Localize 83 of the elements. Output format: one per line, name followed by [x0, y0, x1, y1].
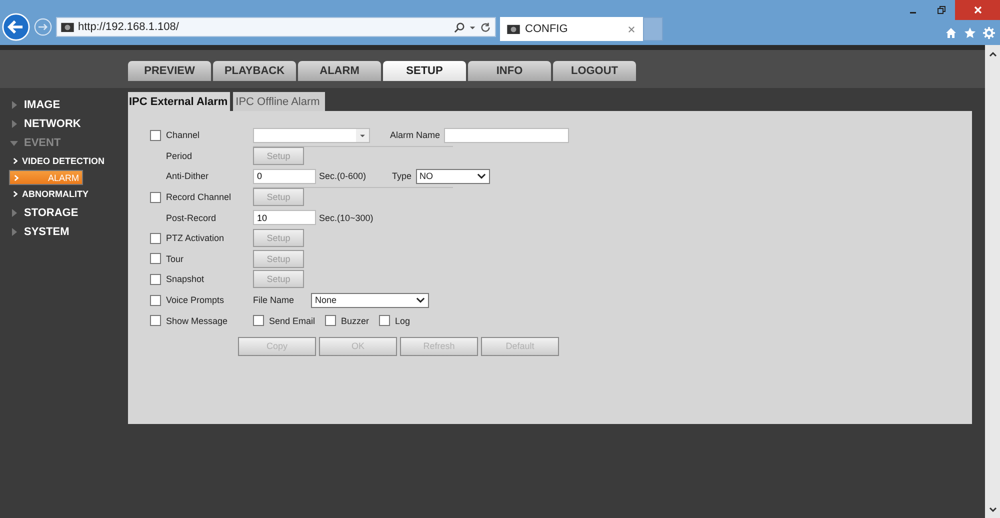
refresh-icon[interactable]: [480, 22, 491, 32]
field-label: Record Channel: [166, 192, 232, 202]
field-label: Voice Prompts: [166, 295, 224, 306]
star-icon[interactable]: [964, 27, 976, 39]
sidebar-label: SYSTEM: [24, 226, 70, 238]
sidebar-label: ALARM: [48, 172, 79, 182]
field-label: Tour: [166, 254, 184, 264]
checkbox[interactable]: [150, 253, 161, 264]
restore-icon[interactable]: [936, 5, 946, 15]
sidebar-item[interactable]: NETWORK: [0, 114, 128, 133]
sidebar-label: STORAGE: [24, 206, 78, 218]
sidebar-item[interactable]: IMAGE: [0, 95, 128, 114]
camera-icon: [61, 22, 74, 32]
expanded-triangle-icon: [10, 138, 18, 146]
close-window-button[interactable]: [955, 0, 1000, 20]
input-field[interactable]: 0: [253, 168, 316, 184]
sidebar-label: NETWORK: [24, 118, 81, 130]
field-label: Post-Record: [166, 212, 216, 223]
nav-tab[interactable]: SETUP: [383, 61, 466, 81]
sub-tab[interactable]: IPC External Alarm: [128, 92, 230, 111]
nav-tab[interactable]: PLAYBACK: [213, 61, 296, 81]
tab-title: CONFIG: [525, 23, 568, 35]
sub-tab[interactable]: IPC Offline Alarm: [232, 92, 325, 111]
collapsed-triangle-icon: [10, 120, 18, 128]
field-label: Snapshot: [166, 274, 204, 284]
checkbox[interactable]: [325, 315, 336, 326]
camera-icon: [507, 24, 520, 34]
field-label: Type: [392, 171, 412, 182]
checkbox[interactable]: [150, 192, 161, 203]
field-label: PTZ Activation: [166, 233, 224, 244]
nav-tab[interactable]: LOGOUT: [553, 61, 636, 81]
collapsed-triangle-icon: [10, 100, 18, 108]
collapsed-triangle-icon: [10, 208, 18, 216]
url-text: http://192.168.1.108/: [78, 21, 179, 33]
checkbox[interactable]: [150, 130, 161, 141]
sidebar-item[interactable]: STORAGE: [0, 203, 128, 222]
caret-icon[interactable]: [469, 24, 476, 30]
settings-icon[interactable]: [983, 27, 995, 39]
field-label: File Name: [253, 295, 294, 306]
sidebar-label: ABNORMALITY: [22, 189, 88, 199]
checkbox-label: Send Email: [269, 316, 316, 326]
sidebar-subitem[interactable]: VIDEO DETECTION: [0, 152, 128, 170]
sidebar-label: VIDEO DETECTION: [22, 156, 105, 166]
checkbox-label: Log: [395, 316, 410, 326]
browser-tab[interactable]: CONFIG: [500, 17, 643, 41]
range-hint: Sec.(0-600): [319, 171, 366, 182]
field-label: Show Message: [166, 316, 228, 326]
select-dropdown[interactable]: None: [311, 292, 430, 308]
search-icon[interactable]: [454, 22, 465, 32]
close-icon: [972, 5, 982, 15]
nav-tab[interactable]: INFO: [468, 61, 551, 81]
field-label: Alarm Name: [390, 130, 440, 140]
checkbox[interactable]: [379, 315, 390, 326]
checkbox[interactable]: [150, 315, 161, 326]
caret-icon: [476, 173, 486, 180]
checkbox[interactable]: [150, 294, 161, 306]
sidebar-subitem[interactable]: ABNORMALITY: [0, 185, 128, 203]
nav-tab[interactable]: PREVIEW: [128, 61, 211, 81]
address-bar[interactable]: http://192.168.1.108/: [56, 17, 496, 37]
input-field[interactable]: [444, 128, 570, 143]
checkbox-label: Buzzer: [341, 316, 370, 326]
scrollbar[interactable]: [985, 45, 1000, 518]
home-icon[interactable]: [945, 27, 957, 39]
sidebar-label: EVENT: [24, 136, 61, 148]
nav-tab[interactable]: ALARM: [298, 61, 381, 81]
chevron-icon: [13, 190, 18, 198]
collapsed-triangle-icon: [10, 228, 18, 236]
scroll-up-icon[interactable]: [988, 49, 998, 59]
checkbox[interactable]: [150, 232, 161, 244]
checkbox[interactable]: [150, 274, 161, 285]
field-label: Channel: [166, 130, 200, 140]
close-icon[interactable]: [628, 26, 635, 32]
caret-icon: [416, 297, 426, 304]
sidebar-label: IMAGE: [24, 98, 60, 110]
checkbox[interactable]: [253, 315, 264, 326]
range-hint: Sec.(10~300): [319, 212, 374, 223]
input-field[interactable]: 10: [253, 210, 316, 226]
field-label: Anti-Dither: [166, 171, 209, 182]
select-dropdown[interactable]: NO: [416, 168, 490, 184]
sidebar-item[interactable]: SYSTEM: [0, 222, 128, 241]
chevron-icon: [13, 157, 18, 165]
field-label: Period: [166, 150, 192, 161]
chevron-icon: [14, 174, 19, 182]
